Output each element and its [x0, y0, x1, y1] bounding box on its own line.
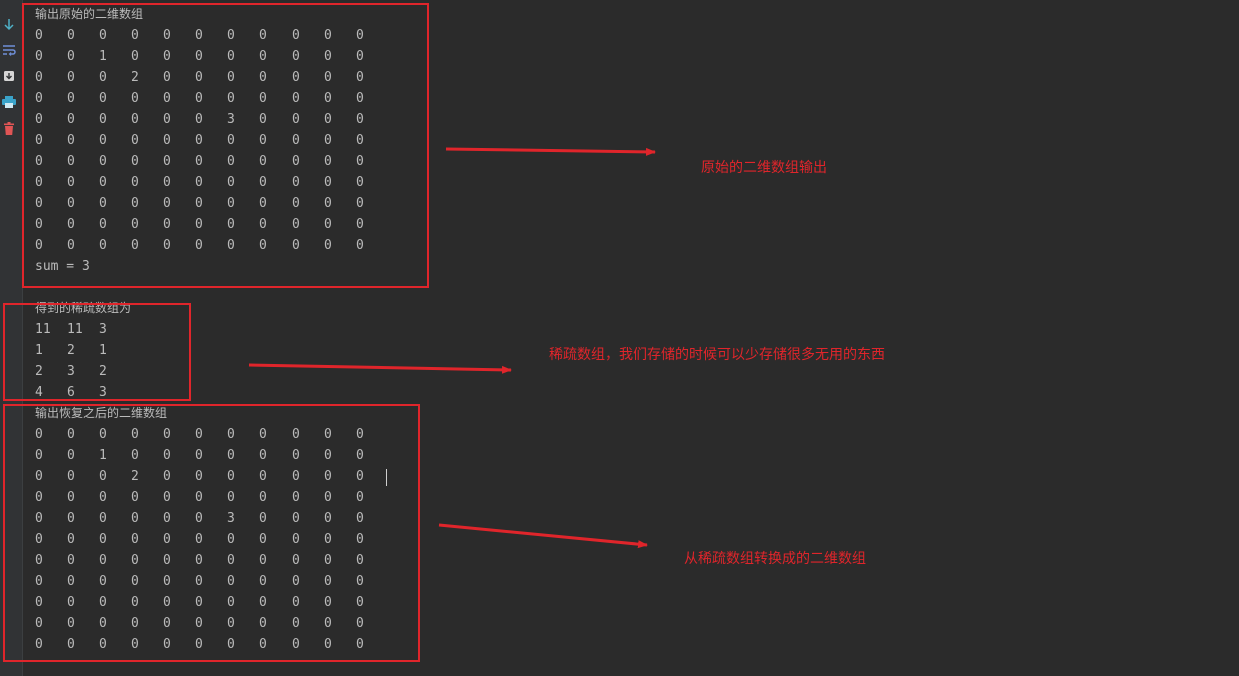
- arrow-original: [445, 147, 656, 156]
- arrow-restored: [438, 523, 648, 549]
- text-caret: [386, 469, 387, 486]
- arrow-sparse: [248, 363, 512, 374]
- annotation-original: 原始的二维数组输出: [701, 160, 827, 176]
- annotation-sparse: 稀疏数组，我们存储的时候可以少存储很多无用的东西: [549, 347, 885, 363]
- annotation-arrows: [248, 147, 656, 549]
- annotation-restored: 从稀疏数组转换成的二维数组: [684, 551, 866, 567]
